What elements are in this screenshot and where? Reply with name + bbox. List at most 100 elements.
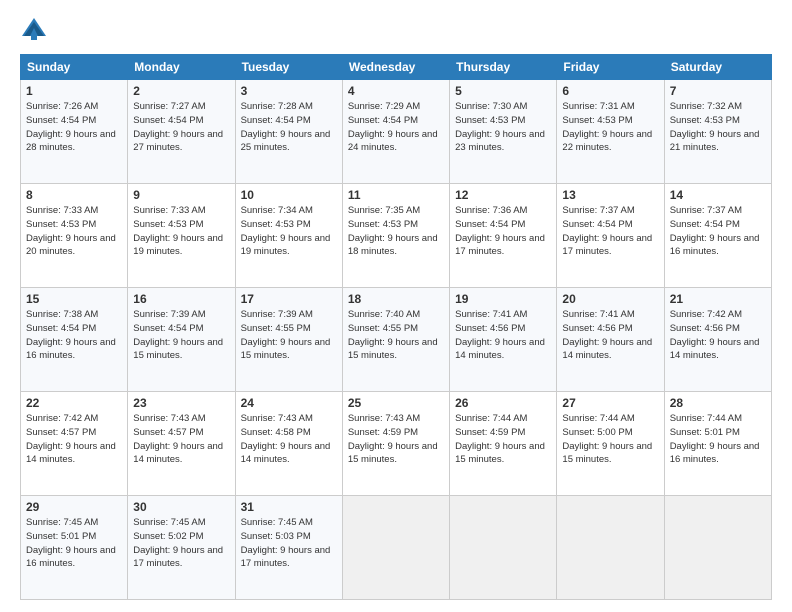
day-of-week-header: Wednesday: [342, 55, 449, 80]
calendar-cell: 19 Sunrise: 7:41 AMSunset: 4:56 PMDayligh…: [450, 288, 557, 392]
day-info: Sunrise: 7:40 AMSunset: 4:55 PMDaylight:…: [348, 308, 444, 363]
calendar-cell: [342, 496, 449, 600]
calendar-cell: 18 Sunrise: 7:40 AMSunset: 4:55 PMDayligh…: [342, 288, 449, 392]
day-info: Sunrise: 7:41 AMSunset: 4:56 PMDaylight:…: [455, 308, 551, 363]
calendar-cell: 20 Sunrise: 7:41 AMSunset: 4:56 PMDayligh…: [557, 288, 664, 392]
day-of-week-header: Saturday: [664, 55, 771, 80]
calendar-cell: 15 Sunrise: 7:38 AMSunset: 4:54 PMDayligh…: [21, 288, 128, 392]
calendar-table: SundayMondayTuesdayWednesdayThursdayFrid…: [20, 54, 772, 600]
calendar-cell: 14Sunrise: 7:37 AMSunset: 4:54 PMDayligh…: [664, 184, 771, 288]
day-number: 24: [241, 396, 337, 410]
calendar-cell: [664, 496, 771, 600]
day-info: Sunrise: 7:28 AMSunset: 4:54 PMDaylight:…: [241, 100, 337, 155]
calendar-cell: 7Sunrise: 7:32 AMSunset: 4:53 PMDaylight…: [664, 80, 771, 184]
calendar-cell: 12 Sunrise: 7:36 AMSunset: 4:54 PMDayligh…: [450, 184, 557, 288]
day-number: 10: [241, 188, 337, 202]
day-number: 28: [670, 396, 766, 410]
calendar-cell: 25 Sunrise: 7:43 AMSunset: 4:59 PMDayligh…: [342, 392, 449, 496]
day-info: Sunrise: 7:37 AMSunset: 4:54 PMDaylight:…: [562, 204, 658, 259]
day-number: 18: [348, 292, 444, 306]
calendar-cell: 29 Sunrise: 7:45 AMSunset: 5:01 PMDayligh…: [21, 496, 128, 600]
day-number: 1: [26, 84, 122, 98]
day-number: 9: [133, 188, 229, 202]
day-number: 26: [455, 396, 551, 410]
page: SundayMondayTuesdayWednesdayThursdayFrid…: [0, 0, 792, 612]
calendar-cell: 26 Sunrise: 7:44 AMSunset: 4:59 PMDayligh…: [450, 392, 557, 496]
calendar-cell: 21 Sunrise: 7:42 AMSunset: 4:56 PMDayligh…: [664, 288, 771, 392]
day-info: Sunrise: 7:33 AMSunset: 4:53 PMDaylight:…: [26, 204, 122, 259]
day-info: Sunrise: 7:44 AMSunset: 4:59 PMDaylight:…: [455, 412, 551, 467]
calendar-cell: 4Sunrise: 7:29 AMSunset: 4:54 PMDaylight…: [342, 80, 449, 184]
day-number: 29: [26, 500, 122, 514]
day-of-week-header: Friday: [557, 55, 664, 80]
day-number: 23: [133, 396, 229, 410]
calendar-body: 1Sunrise: 7:26 AMSunset: 4:54 PMDaylight…: [21, 80, 772, 600]
day-number: 21: [670, 292, 766, 306]
day-number: 19: [455, 292, 551, 306]
calendar-cell: 1Sunrise: 7:26 AMSunset: 4:54 PMDaylight…: [21, 80, 128, 184]
day-number: 20: [562, 292, 658, 306]
day-number: 22: [26, 396, 122, 410]
day-info: Sunrise: 7:36 AMSunset: 4:54 PMDaylight:…: [455, 204, 551, 259]
day-number: 25: [348, 396, 444, 410]
day-info: Sunrise: 7:44 AMSunset: 5:01 PMDaylight:…: [670, 412, 766, 467]
day-info: Sunrise: 7:44 AMSunset: 5:00 PMDaylight:…: [562, 412, 658, 467]
logo-icon: [20, 16, 48, 44]
calendar-week-row: 15 Sunrise: 7:38 AMSunset: 4:54 PMDayligh…: [21, 288, 772, 392]
day-number: 27: [562, 396, 658, 410]
calendar-cell: 10 Sunrise: 7:34 AMSunset: 4:53 PMDayligh…: [235, 184, 342, 288]
day-info: Sunrise: 7:39 AMSunset: 4:55 PMDaylight:…: [241, 308, 337, 363]
day-info: Sunrise: 7:42 AMSunset: 4:57 PMDaylight:…: [26, 412, 122, 467]
day-info: Sunrise: 7:30 AMSunset: 4:53 PMDaylight:…: [455, 100, 551, 155]
day-number: 4: [348, 84, 444, 98]
day-info: Sunrise: 7:45 AMSunset: 5:01 PMDaylight:…: [26, 516, 122, 571]
calendar-cell: 27 Sunrise: 7:44 AMSunset: 5:00 PMDayligh…: [557, 392, 664, 496]
days-of-week-row: SundayMondayTuesdayWednesdayThursdayFrid…: [21, 55, 772, 80]
calendar-cell: 13Sunrise: 7:37 AMSunset: 4:54 PMDayligh…: [557, 184, 664, 288]
calendar-cell: 3 Sunrise: 7:28 AMSunset: 4:54 PMDaylight…: [235, 80, 342, 184]
day-number: 31: [241, 500, 337, 514]
calendar-cell: 28 Sunrise: 7:44 AMSunset: 5:01 PMDayligh…: [664, 392, 771, 496]
calendar-week-row: 1Sunrise: 7:26 AMSunset: 4:54 PMDaylight…: [21, 80, 772, 184]
calendar-cell: 24 Sunrise: 7:43 AMSunset: 4:58 PMDayligh…: [235, 392, 342, 496]
day-info: Sunrise: 7:41 AMSunset: 4:56 PMDaylight:…: [562, 308, 658, 363]
calendar-cell: 11Sunrise: 7:35 AMSunset: 4:53 PMDayligh…: [342, 184, 449, 288]
day-number: 16: [133, 292, 229, 306]
day-info: Sunrise: 7:39 AMSunset: 4:54 PMDaylight:…: [133, 308, 229, 363]
calendar-cell: [450, 496, 557, 600]
day-number: 12: [455, 188, 551, 202]
day-of-week-header: Tuesday: [235, 55, 342, 80]
day-info: Sunrise: 7:31 AMSunset: 4:53 PMDaylight:…: [562, 100, 658, 155]
calendar-week-row: 22 Sunrise: 7:42 AMSunset: 4:57 PMDayligh…: [21, 392, 772, 496]
calendar-cell: 31Sunrise: 7:45 AMSunset: 5:03 PMDayligh…: [235, 496, 342, 600]
calendar-cell: 30Sunrise: 7:45 AMSunset: 5:02 PMDayligh…: [128, 496, 235, 600]
day-info: Sunrise: 7:43 AMSunset: 4:59 PMDaylight:…: [348, 412, 444, 467]
calendar-cell: 2Sunrise: 7:27 AMSunset: 4:54 PMDaylight…: [128, 80, 235, 184]
day-of-week-header: Monday: [128, 55, 235, 80]
day-number: 30: [133, 500, 229, 514]
calendar-cell: 22 Sunrise: 7:42 AMSunset: 4:57 PMDayligh…: [21, 392, 128, 496]
calendar-cell: 9 Sunrise: 7:33 AMSunset: 4:53 PMDaylight…: [128, 184, 235, 288]
day-info: Sunrise: 7:33 AMSunset: 4:53 PMDaylight:…: [133, 204, 229, 259]
day-info: Sunrise: 7:43 AMSunset: 4:57 PMDaylight:…: [133, 412, 229, 467]
day-of-week-header: Sunday: [21, 55, 128, 80]
day-info: Sunrise: 7:38 AMSunset: 4:54 PMDaylight:…: [26, 308, 122, 363]
calendar-cell: [557, 496, 664, 600]
day-number: 8: [26, 188, 122, 202]
day-number: 5: [455, 84, 551, 98]
day-info: Sunrise: 7:32 AMSunset: 4:53 PMDaylight:…: [670, 100, 766, 155]
day-info: Sunrise: 7:43 AMSunset: 4:58 PMDaylight:…: [241, 412, 337, 467]
day-of-week-header: Thursday: [450, 55, 557, 80]
day-number: 14: [670, 188, 766, 202]
day-number: 11: [348, 188, 444, 202]
calendar-cell: 6 Sunrise: 7:31 AMSunset: 4:53 PMDaylight…: [557, 80, 664, 184]
calendar-cell: 23 Sunrise: 7:43 AMSunset: 4:57 PMDayligh…: [128, 392, 235, 496]
calendar-cell: 8 Sunrise: 7:33 AMSunset: 4:53 PMDaylight…: [21, 184, 128, 288]
day-info: Sunrise: 7:34 AMSunset: 4:53 PMDaylight:…: [241, 204, 337, 259]
day-number: 3: [241, 84, 337, 98]
day-number: 15: [26, 292, 122, 306]
day-info: Sunrise: 7:42 AMSunset: 4:56 PMDaylight:…: [670, 308, 766, 363]
day-number: 6: [562, 84, 658, 98]
calendar-week-row: 29 Sunrise: 7:45 AMSunset: 5:01 PMDayligh…: [21, 496, 772, 600]
day-info: Sunrise: 7:27 AMSunset: 4:54 PMDaylight:…: [133, 100, 229, 155]
